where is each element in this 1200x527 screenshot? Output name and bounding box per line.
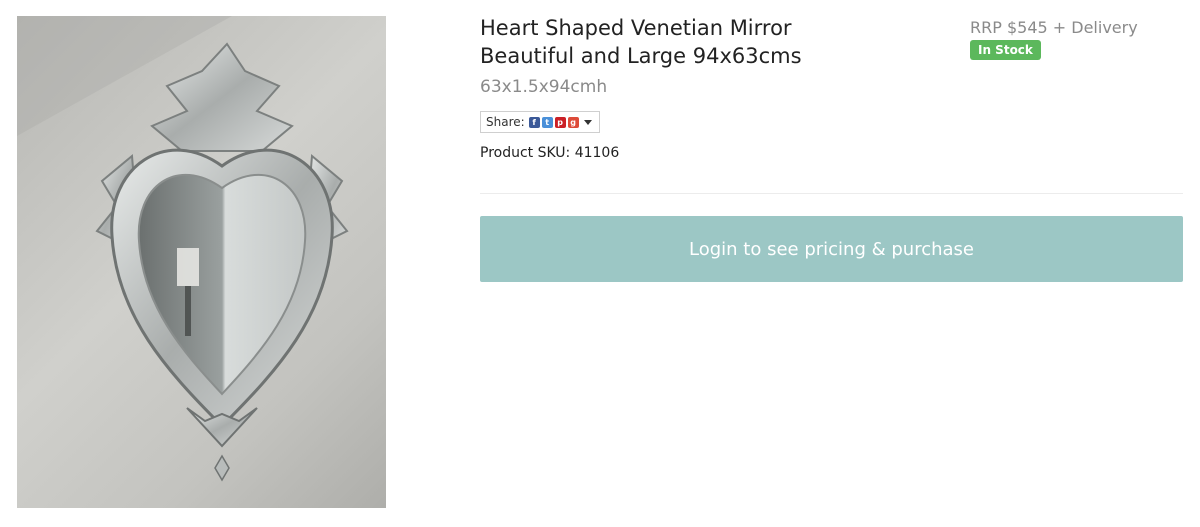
chevron-down-icon[interactable] (583, 119, 592, 125)
product-image[interactable] (17, 16, 386, 508)
section-divider (480, 193, 1183, 194)
rrp-price: RRP $545 + Delivery (970, 18, 1138, 37)
share-widget[interactable]: Share: f t p g (480, 111, 600, 133)
product-sku: Product SKU: 41106 (480, 145, 620, 161)
stock-badge: In Stock (970, 40, 1041, 60)
product-title: Heart Shaped Venetian Mirror Beautiful a… (480, 16, 802, 68)
google-plus-icon[interactable]: g (567, 116, 579, 128)
twitter-icon[interactable]: t (541, 116, 553, 128)
product-dimensions: 63x1.5x94cmh (480, 77, 608, 97)
login-to-purchase-button[interactable]: Login to see pricing & purchase (480, 216, 1183, 282)
facebook-icon[interactable]: f (528, 116, 540, 128)
pinterest-icon[interactable]: p (554, 116, 566, 128)
share-label: Share: (486, 115, 525, 129)
mirror-illustration (17, 16, 349, 482)
